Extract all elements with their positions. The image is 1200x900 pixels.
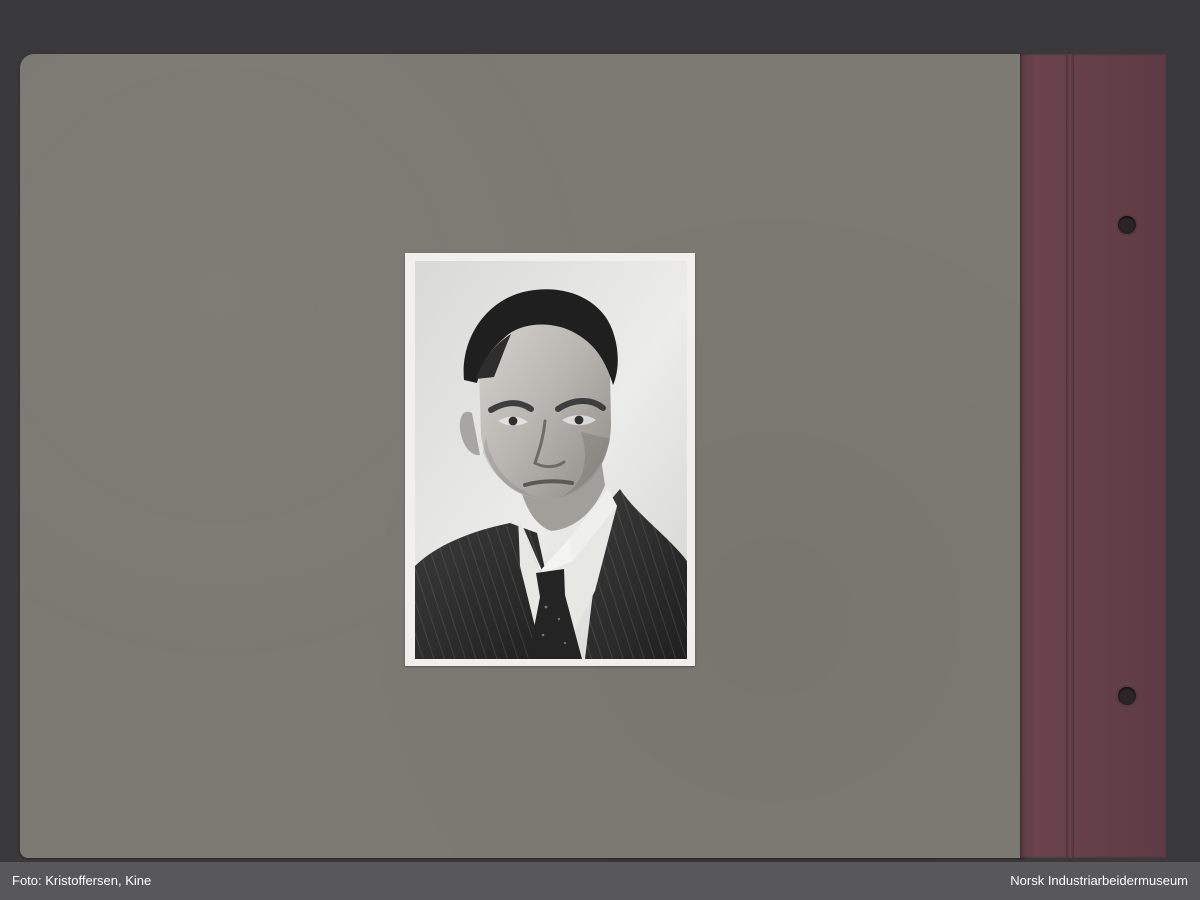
- album-binding-strip: [1020, 54, 1166, 858]
- binding-hole-bottom: [1118, 687, 1136, 705]
- album-binding-fold: [1066, 54, 1074, 858]
- portrait-photo: [415, 261, 687, 659]
- photo-viewer: Foto: Kristoffersen, Kine Norsk Industri…: [0, 0, 1200, 900]
- portrait-illustration: [415, 261, 687, 659]
- mounted-photo: [405, 253, 695, 666]
- museum-name: Norsk Industriarbeidermuseum: [1010, 873, 1188, 888]
- photo-credit: Foto: Kristoffersen, Kine: [12, 873, 152, 888]
- image-credit-bar: Foto: Kristoffersen, Kine Norsk Industri…: [0, 862, 1200, 900]
- binding-hole-top: [1118, 216, 1136, 234]
